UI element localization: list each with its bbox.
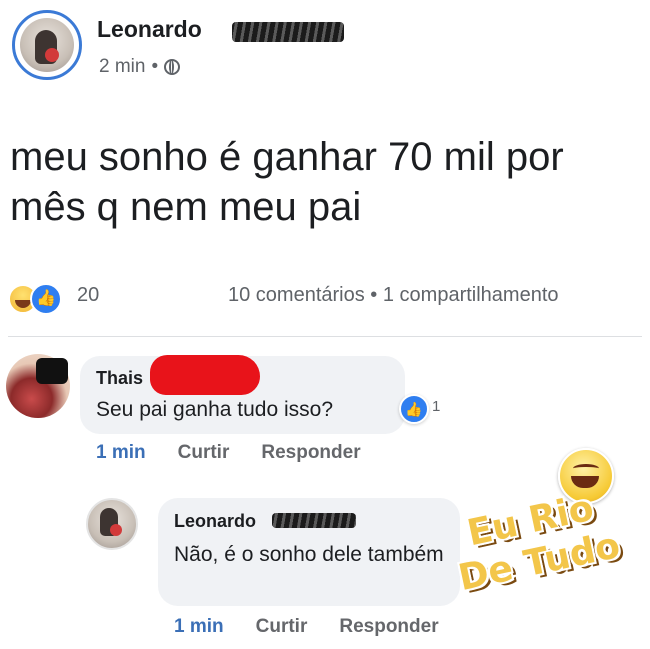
- like-icon: 👍: [30, 283, 62, 315]
- avatar-heart-shape: [110, 524, 122, 536]
- post-author-name[interactable]: Leonardo: [97, 16, 202, 43]
- comment-text: Seu pai ganha tudo isso?: [96, 398, 334, 421]
- like-icon[interactable]: 👍: [399, 394, 429, 424]
- comment-author-name[interactable]: Thais: [96, 368, 143, 389]
- reaction-icons[interactable]: 👍: [8, 282, 72, 315]
- globe-icon: [164, 59, 181, 75]
- like-button[interactable]: Curtir: [256, 616, 308, 638]
- comment-actions: 1 min Curtir Responder: [96, 442, 361, 464]
- watermark-logo: Eu Rio De Tudo: [424, 479, 647, 605]
- reply-actions: 1 min Curtir Responder: [174, 616, 439, 638]
- meta-separator: •: [151, 56, 159, 77]
- reply-button[interactable]: Responder: [261, 442, 360, 464]
- reply-text: Não, é o sonho dele também: [174, 543, 444, 566]
- divider: [8, 336, 642, 337]
- post-meta: 2 min •: [99, 56, 181, 78]
- comments-shares-summary[interactable]: 10 comentários • 1 compartilhamento: [228, 284, 559, 307]
- surname-redaction: [272, 513, 356, 528]
- reaction-count[interactable]: 20: [77, 284, 99, 307]
- like-button[interactable]: Curtir: [178, 442, 230, 464]
- author-avatar[interactable]: [12, 10, 82, 80]
- name-redaction: [150, 355, 260, 395]
- comment-time[interactable]: 1 min: [96, 442, 146, 464]
- reply-author-avatar[interactable]: [86, 498, 138, 550]
- avatar-heart-shape: [45, 48, 59, 62]
- reply-time[interactable]: 1 min: [174, 616, 224, 638]
- comment-reaction-count: 1: [432, 398, 441, 415]
- avatar-photo: [20, 18, 74, 72]
- surname-redaction: [232, 22, 344, 42]
- reply-author-name[interactable]: Leonardo: [174, 511, 256, 532]
- avatar-redaction: [36, 358, 68, 384]
- reply-button[interactable]: Responder: [339, 616, 438, 638]
- post-text: meu sonho é ganhar 70 mil por mês q nem …: [10, 135, 564, 229]
- post-time[interactable]: 2 min: [99, 56, 145, 78]
